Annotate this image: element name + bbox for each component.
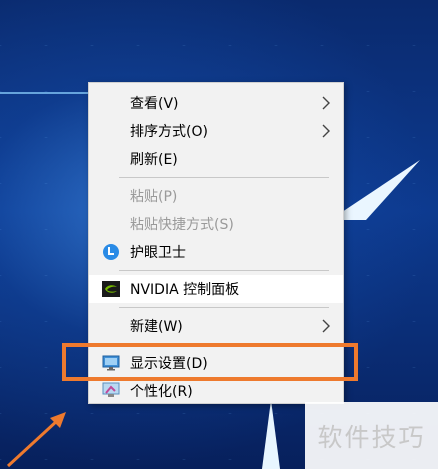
menu-separator bbox=[119, 270, 329, 271]
watermark-text: 软件技巧 bbox=[317, 422, 426, 452]
menu-item-nvidia-control-panel[interactable]: NVIDIA 控制面板 bbox=[89, 275, 343, 303]
menu-item-sort-by[interactable]: 排序方式(O) bbox=[89, 117, 343, 145]
menu-item-label: 查看(V) bbox=[130, 96, 179, 112]
menu-item-label: 新建(W) bbox=[130, 319, 183, 335]
watermark: 软件技巧 bbox=[305, 402, 438, 469]
menu-item-new[interactable]: 新建(W) bbox=[89, 312, 343, 340]
menu-item-label: NVIDIA 控制面板 bbox=[130, 282, 240, 298]
menu-item-label: 排序方式(O) bbox=[130, 124, 208, 140]
chevron-right-icon bbox=[322, 319, 330, 333]
menu-item-label: 个性化(R) bbox=[130, 384, 193, 400]
menu-item-paste-shortcut: 粘贴快捷方式(S) bbox=[89, 210, 343, 238]
wallpaper-light-streak bbox=[0, 92, 90, 94]
eye-guard-icon bbox=[103, 244, 119, 260]
arrow-annotation-icon bbox=[6, 412, 66, 468]
personalize-icon bbox=[102, 382, 120, 397]
menu-item-label: 粘贴快捷方式(S) bbox=[130, 217, 234, 233]
highlight-annotation bbox=[62, 343, 358, 381]
menu-separator bbox=[119, 307, 329, 308]
chevron-right-icon bbox=[322, 124, 330, 138]
menu-item-refresh[interactable]: 刷新(E) bbox=[89, 145, 343, 173]
menu-item-label: 刷新(E) bbox=[130, 152, 178, 168]
menu-item-personalize[interactable]: 个性化(R) bbox=[89, 377, 343, 405]
menu-item-view[interactable]: 查看(V) bbox=[89, 89, 343, 117]
menu-item-eye-guard[interactable]: 护眼卫士 bbox=[89, 238, 343, 266]
menu-item-label: 粘贴(P) bbox=[130, 189, 178, 205]
menu-item-paste: 粘贴(P) bbox=[89, 182, 343, 210]
nvidia-icon bbox=[102, 281, 120, 297]
menu-separator bbox=[119, 177, 329, 178]
wallpaper-shard bbox=[262, 400, 280, 469]
menu-item-label: 护眼卫士 bbox=[130, 245, 186, 261]
chevron-right-icon bbox=[322, 96, 330, 110]
